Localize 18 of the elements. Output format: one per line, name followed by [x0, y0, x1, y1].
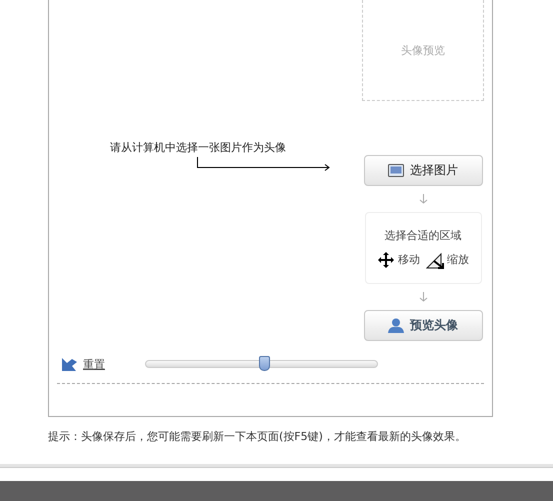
arrow-icon — [197, 157, 331, 171]
down-arrow-icon — [418, 292, 428, 302]
slider-thumb[interactable] — [258, 356, 270, 371]
reset-icon — [62, 358, 77, 370]
down-arrow-icon — [418, 194, 428, 204]
select-image-button[interactable]: 选择图片 — [364, 155, 482, 186]
area-title: 选择合适的区域 — [384, 228, 462, 242]
preview-avatar-button[interactable]: 预览头像 — [364, 310, 482, 341]
monitor-icon — [388, 164, 404, 177]
person-icon — [388, 318, 404, 333]
resize-icon — [426, 250, 444, 268]
preview-label: 头像预览 — [401, 42, 445, 58]
scale-tool[interactable]: 缩放 — [426, 250, 469, 268]
move-icon — [377, 250, 395, 268]
instruction-text: 请从计算机中选择一张图片作为头像 — [110, 140, 287, 155]
hint-text: 提示：头像保存后，您可能需要刷新一下本页面(按F5键)，才能查看最新的头像效果。 — [48, 429, 467, 444]
reset-button[interactable]: 重置 — [62, 356, 105, 372]
move-tool[interactable]: 移动 — [377, 250, 420, 268]
